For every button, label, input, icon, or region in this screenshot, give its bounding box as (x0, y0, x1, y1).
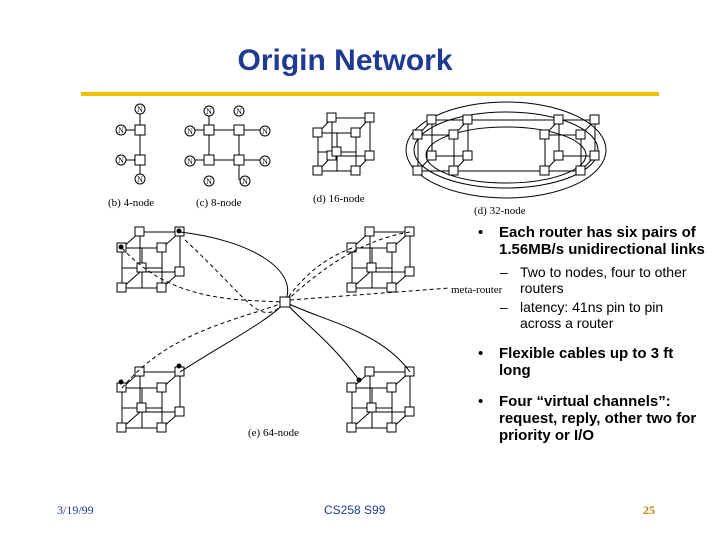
bullet-marker: • (478, 224, 484, 241)
node-label: N (206, 107, 212, 116)
dash-marker: – (500, 264, 508, 280)
bullet-text: Flexible cables up to 3 ft long (499, 345, 674, 379)
bullet-marker: • (478, 345, 484, 362)
node-label: N (137, 175, 143, 184)
cube-top-right (346, 226, 415, 293)
sub-bullet-item: – latency: 41ns pin to pin across a route… (478, 299, 708, 331)
meta-router-links (121, 231, 451, 389)
caption-64-node: (e) 64-node (248, 427, 299, 439)
caption-8-node: (c) 8-node (196, 197, 242, 209)
node-label: N (137, 105, 143, 114)
node-label: N (206, 177, 212, 186)
node-label: N (262, 157, 268, 166)
sub-bullet-text: latency: 41ns pin to pin across a router (520, 299, 664, 331)
node-label: N (187, 127, 193, 136)
sixteen-node-topology (312, 112, 375, 176)
thirty-two-node-topology (405, 101, 607, 199)
dash-marker: – (500, 299, 508, 315)
node-label: N (187, 157, 193, 166)
bullet-item: • Four “virtual channels”: request, reply… (478, 393, 708, 444)
bullet-text: Each router has six pairs of 1.56MB/s un… (499, 224, 705, 258)
node-label: N (242, 177, 248, 186)
node-label: N (118, 156, 124, 165)
footer-date: 3/19/99 (57, 503, 94, 517)
cube-bottom-left (116, 363, 185, 433)
caption-16-node: (d) 16-node (313, 193, 365, 205)
sub-bullet-text: Two to nodes, four to other routers (520, 264, 687, 296)
caption-4-node: (b) 4-node (108, 197, 154, 209)
node-label: N (236, 107, 242, 116)
four-node-topology (115, 103, 146, 185)
bullet-item: • Flexible cables up to 3 ft long (478, 345, 708, 379)
footer-course: CS258 S99 (324, 503, 386, 517)
sixty-four-node-topology (116, 226, 451, 433)
bullet-marker: • (478, 393, 484, 410)
bullet-text: Four “virtual channels”: request, reply,… (499, 393, 697, 444)
bullet-item: • Each router has six pairs of 1.56MB/s u… (478, 224, 708, 258)
node-label: N (118, 126, 124, 135)
bullet-list: • Each router has six pairs of 1.56MB/s u… (478, 224, 708, 450)
sub-bullet-item: – Two to nodes, four to other routers (478, 264, 708, 296)
caption-32-node: (d) 32-node (474, 205, 526, 217)
node-label: N (262, 127, 268, 136)
eight-node-topology (184, 105, 271, 187)
cube-top-left (116, 226, 185, 293)
footer-page-number: 25 (643, 503, 655, 517)
